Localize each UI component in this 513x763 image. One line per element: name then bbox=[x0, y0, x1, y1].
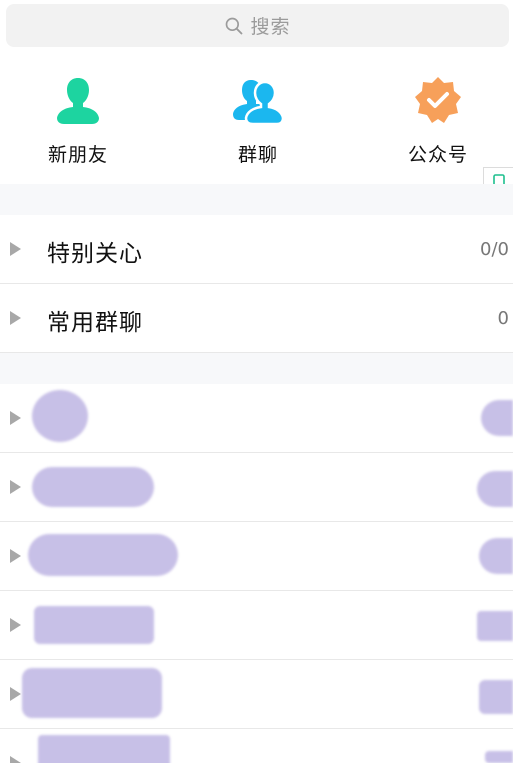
group-name: 特别关心 bbox=[47, 241, 143, 267]
expand-arrow-icon bbox=[10, 242, 21, 256]
group-chat-icon bbox=[233, 80, 285, 126]
new-friend-label: 新朋友 bbox=[47, 144, 108, 166]
contacts-page: 搜索 新朋友 群聊 公众号 特别关心 0/0 常用群聊 0 bbox=[0, 0, 513, 763]
official-account-label: 公众号 bbox=[407, 144, 468, 166]
new-friend-icon bbox=[57, 78, 99, 124]
expand-arrow-icon bbox=[10, 311, 21, 325]
redacted-name bbox=[34, 606, 154, 644]
redacted-count bbox=[479, 680, 513, 714]
group-redacted-6[interactable] bbox=[0, 729, 513, 763]
group-redacted-2[interactable] bbox=[0, 453, 513, 522]
expand-arrow-icon bbox=[10, 618, 21, 632]
search-placeholder: 搜索 bbox=[250, 16, 291, 38]
group-redacted-1[interactable] bbox=[0, 384, 513, 453]
official-account-icon bbox=[415, 77, 461, 123]
expand-arrow-icon bbox=[10, 411, 21, 425]
redacted-count bbox=[485, 751, 513, 763]
redacted-name bbox=[32, 467, 154, 507]
search-icon bbox=[226, 17, 243, 34]
expand-arrow-icon bbox=[10, 549, 21, 563]
section-divider bbox=[0, 184, 513, 215]
redacted-count bbox=[479, 538, 513, 574]
official-account-button[interactable]: 公众号 bbox=[378, 74, 498, 167]
group-chat-button[interactable]: 群聊 bbox=[198, 74, 318, 167]
expand-arrow-icon bbox=[10, 687, 21, 701]
group-redacted-4[interactable] bbox=[0, 591, 513, 660]
redacted-name bbox=[32, 390, 88, 442]
group-chat-label: 群聊 bbox=[237, 144, 278, 166]
section-divider bbox=[0, 353, 513, 384]
group-common-chats[interactable]: 常用群聊 0 bbox=[0, 284, 513, 353]
group-redacted-5[interactable] bbox=[0, 660, 513, 729]
expand-arrow-icon bbox=[10, 756, 21, 763]
expand-arrow-icon bbox=[10, 480, 21, 494]
group-special-care[interactable]: 特别关心 0/0 bbox=[0, 215, 513, 284]
redacted-count bbox=[477, 471, 513, 507]
group-redacted-3[interactable] bbox=[0, 522, 513, 591]
group-name: 常用群聊 bbox=[47, 310, 143, 336]
redacted-name bbox=[28, 534, 178, 576]
quick-actions: 新朋友 群聊 公众号 bbox=[0, 56, 513, 184]
redacted-name bbox=[38, 735, 170, 763]
search-input[interactable]: 搜索 bbox=[6, 4, 509, 47]
new-friend-button[interactable]: 新朋友 bbox=[18, 74, 138, 167]
group-count: 0 bbox=[497, 308, 509, 329]
group-count: 0/0 bbox=[480, 239, 509, 260]
redacted-count bbox=[477, 611, 513, 641]
redacted-name bbox=[22, 668, 162, 718]
redacted-count bbox=[481, 400, 513, 436]
search-bar: 搜索 bbox=[0, 0, 513, 56]
